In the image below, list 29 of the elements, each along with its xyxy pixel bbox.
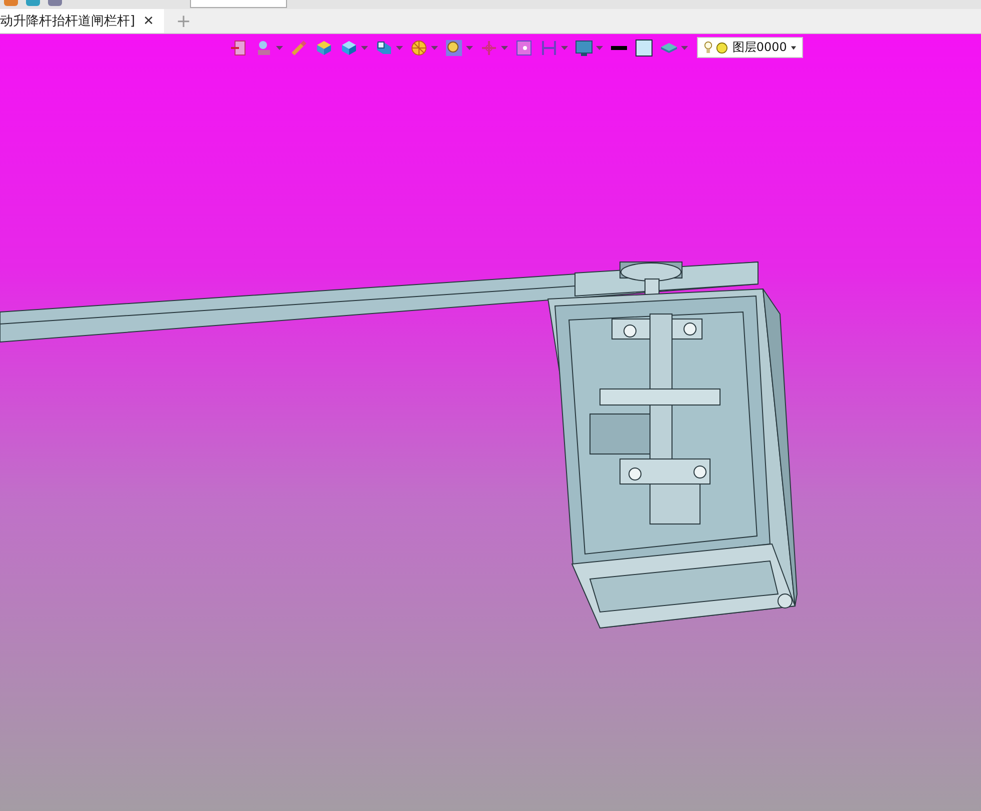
lightbulb-icon xyxy=(704,40,712,55)
caret-icon[interactable] xyxy=(596,46,603,50)
caret-icon[interactable] xyxy=(361,46,368,50)
cube-view-icon[interactable] xyxy=(375,38,393,56)
crosshair-icon[interactable] xyxy=(480,38,498,56)
toolbar-icon[interactable] xyxy=(48,0,62,6)
exit-icon[interactable] xyxy=(230,38,248,56)
dropdown-arrow-icon[interactable] xyxy=(790,46,796,50)
toolbar-icon[interactable] xyxy=(4,0,18,6)
caret-icon[interactable] xyxy=(396,46,403,50)
close-tab-button[interactable]: ✕ xyxy=(143,14,154,28)
filter-field[interactable] xyxy=(190,0,287,8)
caret-icon[interactable] xyxy=(561,46,568,50)
pencil-icon[interactable] xyxy=(290,38,308,56)
toolbar-icon[interactable] xyxy=(26,0,40,6)
caret-icon[interactable] xyxy=(431,46,438,50)
layer-dropdown[interactable]: 图层0000 xyxy=(697,37,803,58)
layer-color-icon xyxy=(716,40,728,54)
caret-icon[interactable] xyxy=(276,46,283,50)
monitor-icon[interactable] xyxy=(575,38,593,56)
pie-icon[interactable] xyxy=(410,38,428,56)
caret-icon[interactable] xyxy=(681,46,688,50)
square-icon[interactable] xyxy=(635,38,653,56)
caret-icon[interactable] xyxy=(501,46,508,50)
caret-icon[interactable] xyxy=(466,46,473,50)
frame-icon[interactable] xyxy=(515,38,533,56)
cube-icon[interactable] xyxy=(340,38,358,56)
box-icon[interactable] xyxy=(315,38,333,56)
document-tab[interactable]: 动升降杆抬杆道闸栏杆] ✕ xyxy=(0,9,164,33)
